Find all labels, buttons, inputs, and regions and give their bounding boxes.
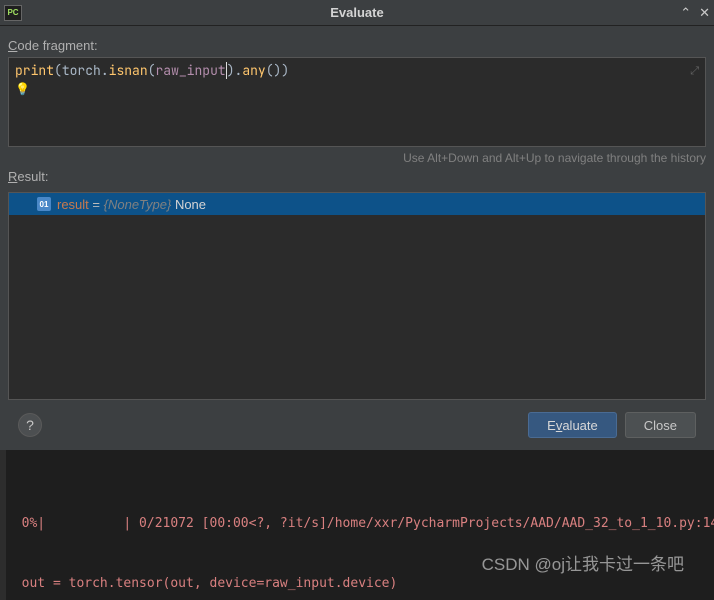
close-icon[interactable]: ✕ <box>699 5 710 21</box>
code-fragment-input[interactable]: print(torch.isnan(raw_input).any()) 💡 ⤢ <box>8 57 706 147</box>
minimize-icon[interactable]: ⌃ <box>680 5 691 21</box>
console-gutter <box>0 450 6 600</box>
code-token: ) <box>226 62 235 79</box>
console-output[interactable]: 0%| | 0/21072 [00:00<?, ?it/s]/home/xxr/… <box>0 450 714 600</box>
button-bar: ? Evaluate Close <box>8 400 706 450</box>
code-token: ) <box>281 62 289 79</box>
titlebar: PC Evaluate ⌃ ✕ <box>0 0 714 26</box>
close-button[interactable]: Close <box>625 412 696 438</box>
result-label: Result: <box>8 169 706 184</box>
window-controls: ⌃ ✕ <box>680 5 710 21</box>
window-title: Evaluate <box>0 5 714 20</box>
code-token: ( <box>266 62 274 79</box>
help-button[interactable]: ? <box>18 413 42 437</box>
result-panel: 01 result = {NoneType} None <box>8 192 706 400</box>
evaluate-button[interactable]: Evaluate <box>528 412 617 438</box>
result-value: None <box>171 197 206 212</box>
expand-icon[interactable]: ⤢ <box>690 64 699 78</box>
result-type: {NoneType} <box>104 197 172 212</box>
code-token: torch <box>62 62 101 79</box>
result-var-name: result <box>57 197 89 212</box>
console-line: 0%| | 0/21072 [00:00<?, ?it/s]/home/xxr/… <box>6 514 708 534</box>
result-type-badge: 01 <box>37 197 51 211</box>
lightbulb-icon[interactable]: 💡 <box>15 81 699 97</box>
code-token: print <box>15 62 54 79</box>
history-hint: Use Alt+Down and Alt+Up to navigate thro… <box>8 151 706 165</box>
code-fragment-label: Code fragment: <box>8 38 706 53</box>
evaluate-dialog-body: Code fragment: print(torch.isnan(raw_inp… <box>0 26 714 450</box>
result-equals: = <box>89 197 104 212</box>
code-token: . <box>101 62 109 79</box>
code-token: any <box>242 62 265 79</box>
result-row[interactable]: 01 result = {NoneType} None <box>9 193 705 215</box>
code-token: ( <box>54 62 62 79</box>
console-line: out = torch.tensor(out, device=raw_input… <box>6 574 708 594</box>
code-token: raw_input <box>155 62 225 79</box>
code-token: isnan <box>109 62 148 79</box>
watermark: CSDN @oj让我卡过一条吧 <box>482 550 684 575</box>
